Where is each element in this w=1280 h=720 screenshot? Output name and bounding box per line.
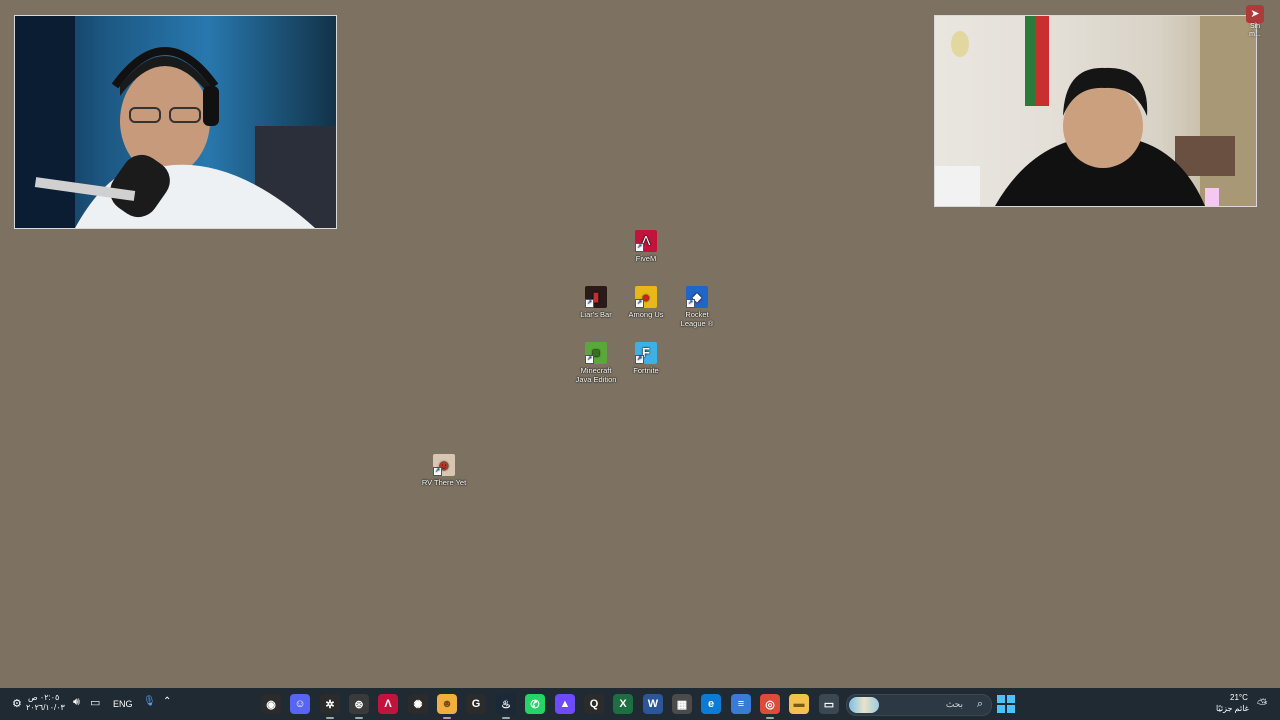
weather-temp: 21°C [1230,693,1248,702]
weather-cloud-icon: ⛅︎ [1257,696,1268,711]
network-icon[interactable]: ▭ [90,696,100,709]
weather-widget[interactable]: 21°C غائم جزئيًا ⛅︎ [1212,692,1276,716]
desktop: ➤ Sin m... Λ ↗ FiveM ▮ ↗ Liar's Bar ● ↗ Amo… [0,0,1280,720]
word-icon[interactable]: W [643,694,663,714]
desktop-icon-label: Rocket League ® [680,310,714,328]
settings-tray-icon[interactable]: ⚙ [12,697,26,711]
discord-icon[interactable]: ☺ [290,694,310,714]
chatgpt-icon[interactable]: ✺ [408,694,428,714]
steam-icon[interactable]: ♨ [496,694,516,719]
show-hidden-icons-chevron-icon[interactable]: ⌃ [163,696,171,707]
desktop-icon-liars-bar[interactable]: ▮ ↗ Liar's Bar [570,286,622,319]
desktop-icon-fivem[interactable]: Λ ↗ FiveM [620,230,672,263]
microphone-icon[interactable]: 🎙︎ [143,696,156,707]
qbittorrent-icon[interactable]: Q [584,694,604,714]
steelseries-icon[interactable]: ✲ [320,694,340,719]
paper-plane-icon: ➤ [1246,5,1264,23]
language-indicator[interactable]: ENG [113,699,133,709]
desktop-icon-minecraft[interactable]: ■ ↗ Minecraft Java Edition [570,342,622,384]
fortnite-icon: F ↗ [635,342,657,364]
notification-label-bottom: m... [1249,31,1261,38]
webcam-feed-right [934,15,1257,207]
start-button[interactable] [997,695,1015,713]
taskbar: ⚙ ٠٢:٠٥ ص ٢٠٢٦/١٠/٠٣ 🔊︎ ▭ ENG 🎙︎ ⌃ ◉ ☺ ✲… [0,688,1280,720]
search-icon: ⌕ [976,698,983,710]
among-us-icon: ● ↗ [635,286,657,308]
webcam-feed-left [14,15,337,229]
desktop-icon-among-us[interactable]: ● ↗ Among Us [620,286,672,319]
desktop-icon-label: Fortnite [633,366,659,375]
excel-icon[interactable]: X [613,694,633,714]
desktop-icon-label: RV There Yet [421,478,467,487]
windows-logo-icon [997,695,1005,703]
notepad-icon[interactable]: ≡ [731,694,751,714]
desktop-icon-label: Among Us [628,310,664,319]
search-placeholder: بحث [945,699,963,709]
notification-shortcut[interactable]: ➤ Sin m... [1244,5,1266,47]
proton-vpn-icon[interactable]: ▲ [555,694,575,714]
webcam-person-right [935,16,1256,206]
rv-there-yet-icon: ☻ ↗ [433,454,455,476]
fivem-icon[interactable]: Λ [378,694,398,714]
obs-icon[interactable]: ◉ [261,694,281,714]
webcam-person-left [15,16,336,228]
clock-time: ٠٢:٠٥ ص [28,693,60,702]
clock-date: ٢٠٢٦/١٠/٠٣ [26,703,65,712]
desktop-icon-label: Liar's Bar [580,310,612,319]
task-view-icon[interactable]: ▭ [819,694,839,714]
desktop-icon-label: Minecraft Java Edition [575,366,617,384]
search-input[interactable]: بحث ⌕ [846,694,992,716]
edge-icon[interactable]: e [701,694,721,714]
whatsapp-icon[interactable]: ✆ [525,694,545,714]
chrome-icon[interactable]: ◎ [760,694,780,719]
search-highlight-image [849,697,879,713]
rocket-league-icon: ◆ ↗ [686,286,708,308]
weather-desc: غائم جزئيًا [1216,704,1249,713]
clock[interactable]: ٠٢:٠٥ ص ٢٠٢٦/١٠/٠٣ [26,693,66,715]
volume-icon[interactable]: 🔊︎ [73,696,80,709]
desktop-icon-rv-there-yet[interactable]: ☻ ↗ RV There Yet [418,454,470,487]
desktop-icon-label: FiveM [635,254,657,263]
rockstar-icon[interactable]: ⊛ [349,694,369,719]
store-icon[interactable]: ▦ [672,694,692,714]
g-hub-icon[interactable]: G [466,694,486,714]
file-explorer-icon[interactable]: ▬ [789,694,809,714]
notification-label-top: Sin [1249,23,1261,30]
desktop-icon-rocket-league[interactable]: ◆ ↗ Rocket League ® [671,286,723,328]
fivem-icon: Λ ↗ [635,230,657,252]
messenger-app-icon[interactable]: ☻ [437,694,457,719]
liars-bar-icon: ▮ ↗ [585,286,607,308]
desktop-icon-fortnite[interactable]: F ↗ Fortnite [620,342,672,375]
minecraft-icon: ■ ↗ [585,342,607,364]
